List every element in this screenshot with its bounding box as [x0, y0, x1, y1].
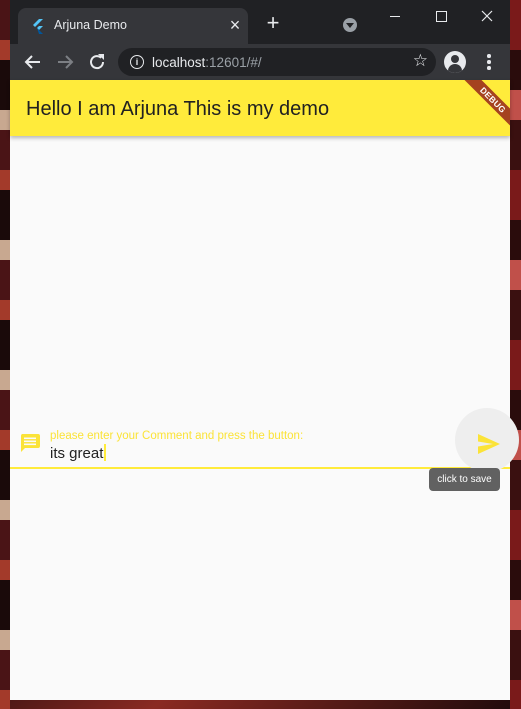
app-bar: Hello I am Arjuna This is my demo DEBUG [10, 80, 510, 136]
new-tab-button[interactable]: + [263, 12, 283, 34]
minimize-icon [390, 15, 400, 17]
page-title: Hello I am Arjuna This is my demo [26, 98, 330, 120]
reload-icon[interactable] [85, 50, 109, 74]
comment-icon [20, 434, 40, 452]
minimize-button[interactable] [372, 0, 418, 30]
tab-strip: Arjuna Demo × + [10, 0, 510, 44]
more-menu-icon[interactable] [480, 52, 498, 72]
tab-close-icon[interactable]: × [226, 16, 244, 35]
save-tooltip: click to save [429, 468, 500, 491]
desktop-background-right [510, 0, 521, 709]
flutter-icon [33, 19, 43, 34]
browser-tab[interactable]: Arjuna Demo × [18, 8, 248, 44]
maximize-button[interactable] [418, 0, 464, 30]
url-host: localhost [152, 55, 206, 70]
tab-title: Arjuna Demo [54, 18, 127, 32]
address-bar[interactable]: i localhost:12601/#/ ☆ [118, 48, 436, 76]
comment-input-value: its great [50, 445, 104, 462]
url-text[interactable]: localhost:12601/#/ [152, 55, 262, 70]
bookmark-star-icon[interactable]: ☆ [413, 51, 428, 71]
browser-window: Arjuna Demo × + i localhost:12601/#/ ☆ H… [10, 0, 519, 700]
forward-arrow-icon[interactable] [53, 50, 77, 74]
text-caret [104, 444, 106, 461]
tab-search-icon[interactable] [343, 18, 357, 32]
main-content: please enter your Comment and press the … [10, 136, 519, 700]
desktop-background-left [0, 0, 10, 709]
debug-banner: DEBUG [449, 80, 510, 136]
close-window-button[interactable] [464, 0, 510, 30]
comment-field-label: please enter your Comment and press the … [50, 430, 304, 442]
info-icon[interactable]: i [130, 55, 144, 69]
back-arrow-icon[interactable] [21, 50, 45, 74]
comment-input[interactable]: its great [50, 444, 106, 462]
url-path: :12601/#/ [205, 55, 262, 70]
browser-toolbar: i localhost:12601/#/ ☆ [10, 44, 510, 80]
profile-avatar[interactable] [444, 51, 466, 73]
maximize-icon [435, 10, 447, 22]
close-icon [481, 10, 493, 22]
send-icon[interactable] [478, 434, 500, 454]
